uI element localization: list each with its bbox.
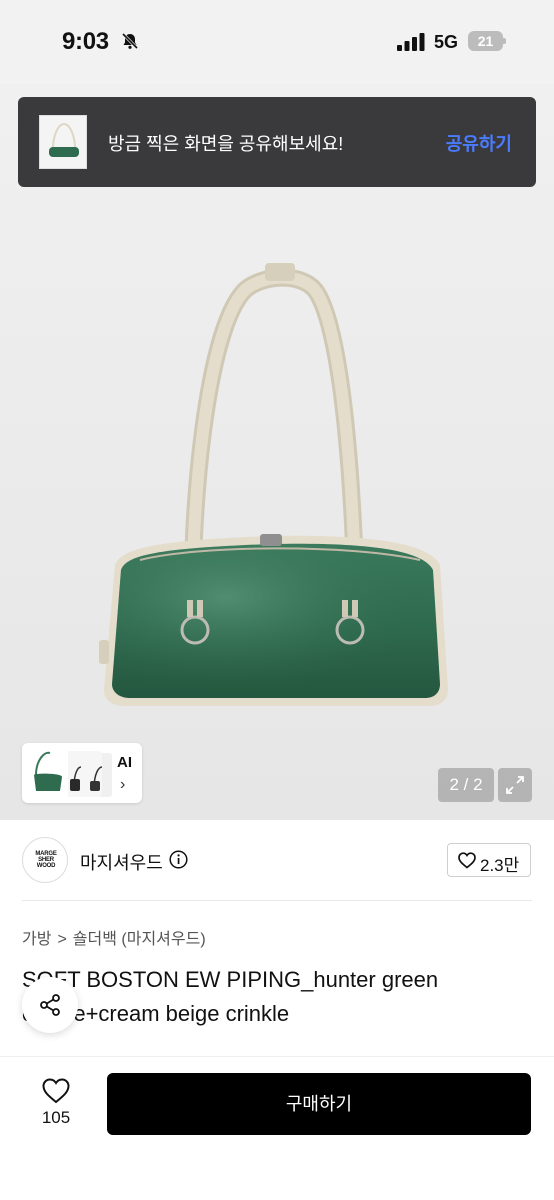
expand-image-button[interactable] [498,768,532,802]
battery-indicator: 21 [468,31,506,51]
chevron-right-icon: › [120,776,126,793]
screenshot-thumbnail [39,115,87,169]
ai-similar-items-card[interactable]: AI › [22,743,142,803]
share-button[interactable] [22,977,78,1033]
seller-logo[interactable]: MARGE SHER WOOD [22,837,68,883]
wishlist-count: 105 [41,1108,71,1127]
battery-cap [503,38,506,44]
heart-icon [458,852,476,869]
share-icon [40,994,60,1016]
info-icon[interactable] [169,850,188,869]
seller-like-count: 2.3만 [480,856,520,875]
share-action-button[interactable]: 공유하기 [446,130,512,156]
ai-label: AI [117,754,132,771]
breadcrumb-subcategory[interactable]: 숄더백 (마지셔우드) [73,925,206,949]
product-image[interactable] [0,84,554,820]
bag-illustration [99,263,448,706]
share-screenshot-banner: 방금 찍은 화면을 공유해보세요! 공유하기 [18,97,536,187]
seller-name[interactable]: 마지셔우드 [80,849,163,875]
wishlist-heart-icon[interactable] [42,1078,70,1104]
buy-button[interactable]: 구매하기 [107,1073,531,1135]
breadcrumb-category[interactable]: 가방 [22,925,51,949]
network-label: 5G [434,32,459,52]
seller-logo-line: WOOD [36,863,56,869]
expand-icon [506,776,524,794]
share-banner-message: 방금 찍은 화면을 공유해보세요! [108,134,344,154]
status-time: 9:03 [62,28,109,55]
bag-thumbnails [28,747,112,799]
battery-level: 21 [468,31,503,51]
divider [22,900,532,901]
breadcrumb: 가방 > 숄더백 (마지셔우드) [22,925,206,949]
product-title: SOFT BOSTON EW PIPING_hunter green crink… [22,967,439,1026]
breadcrumb-separator: > [57,931,67,948]
status-bar: 9:03 5G 21 [0,0,554,84]
bell-muted-icon [121,32,139,50]
image-page-indicator: 2 / 2 [438,768,494,802]
signal-icon [397,33,425,51]
seller-like-button[interactable]: 2.3만 [447,843,531,877]
